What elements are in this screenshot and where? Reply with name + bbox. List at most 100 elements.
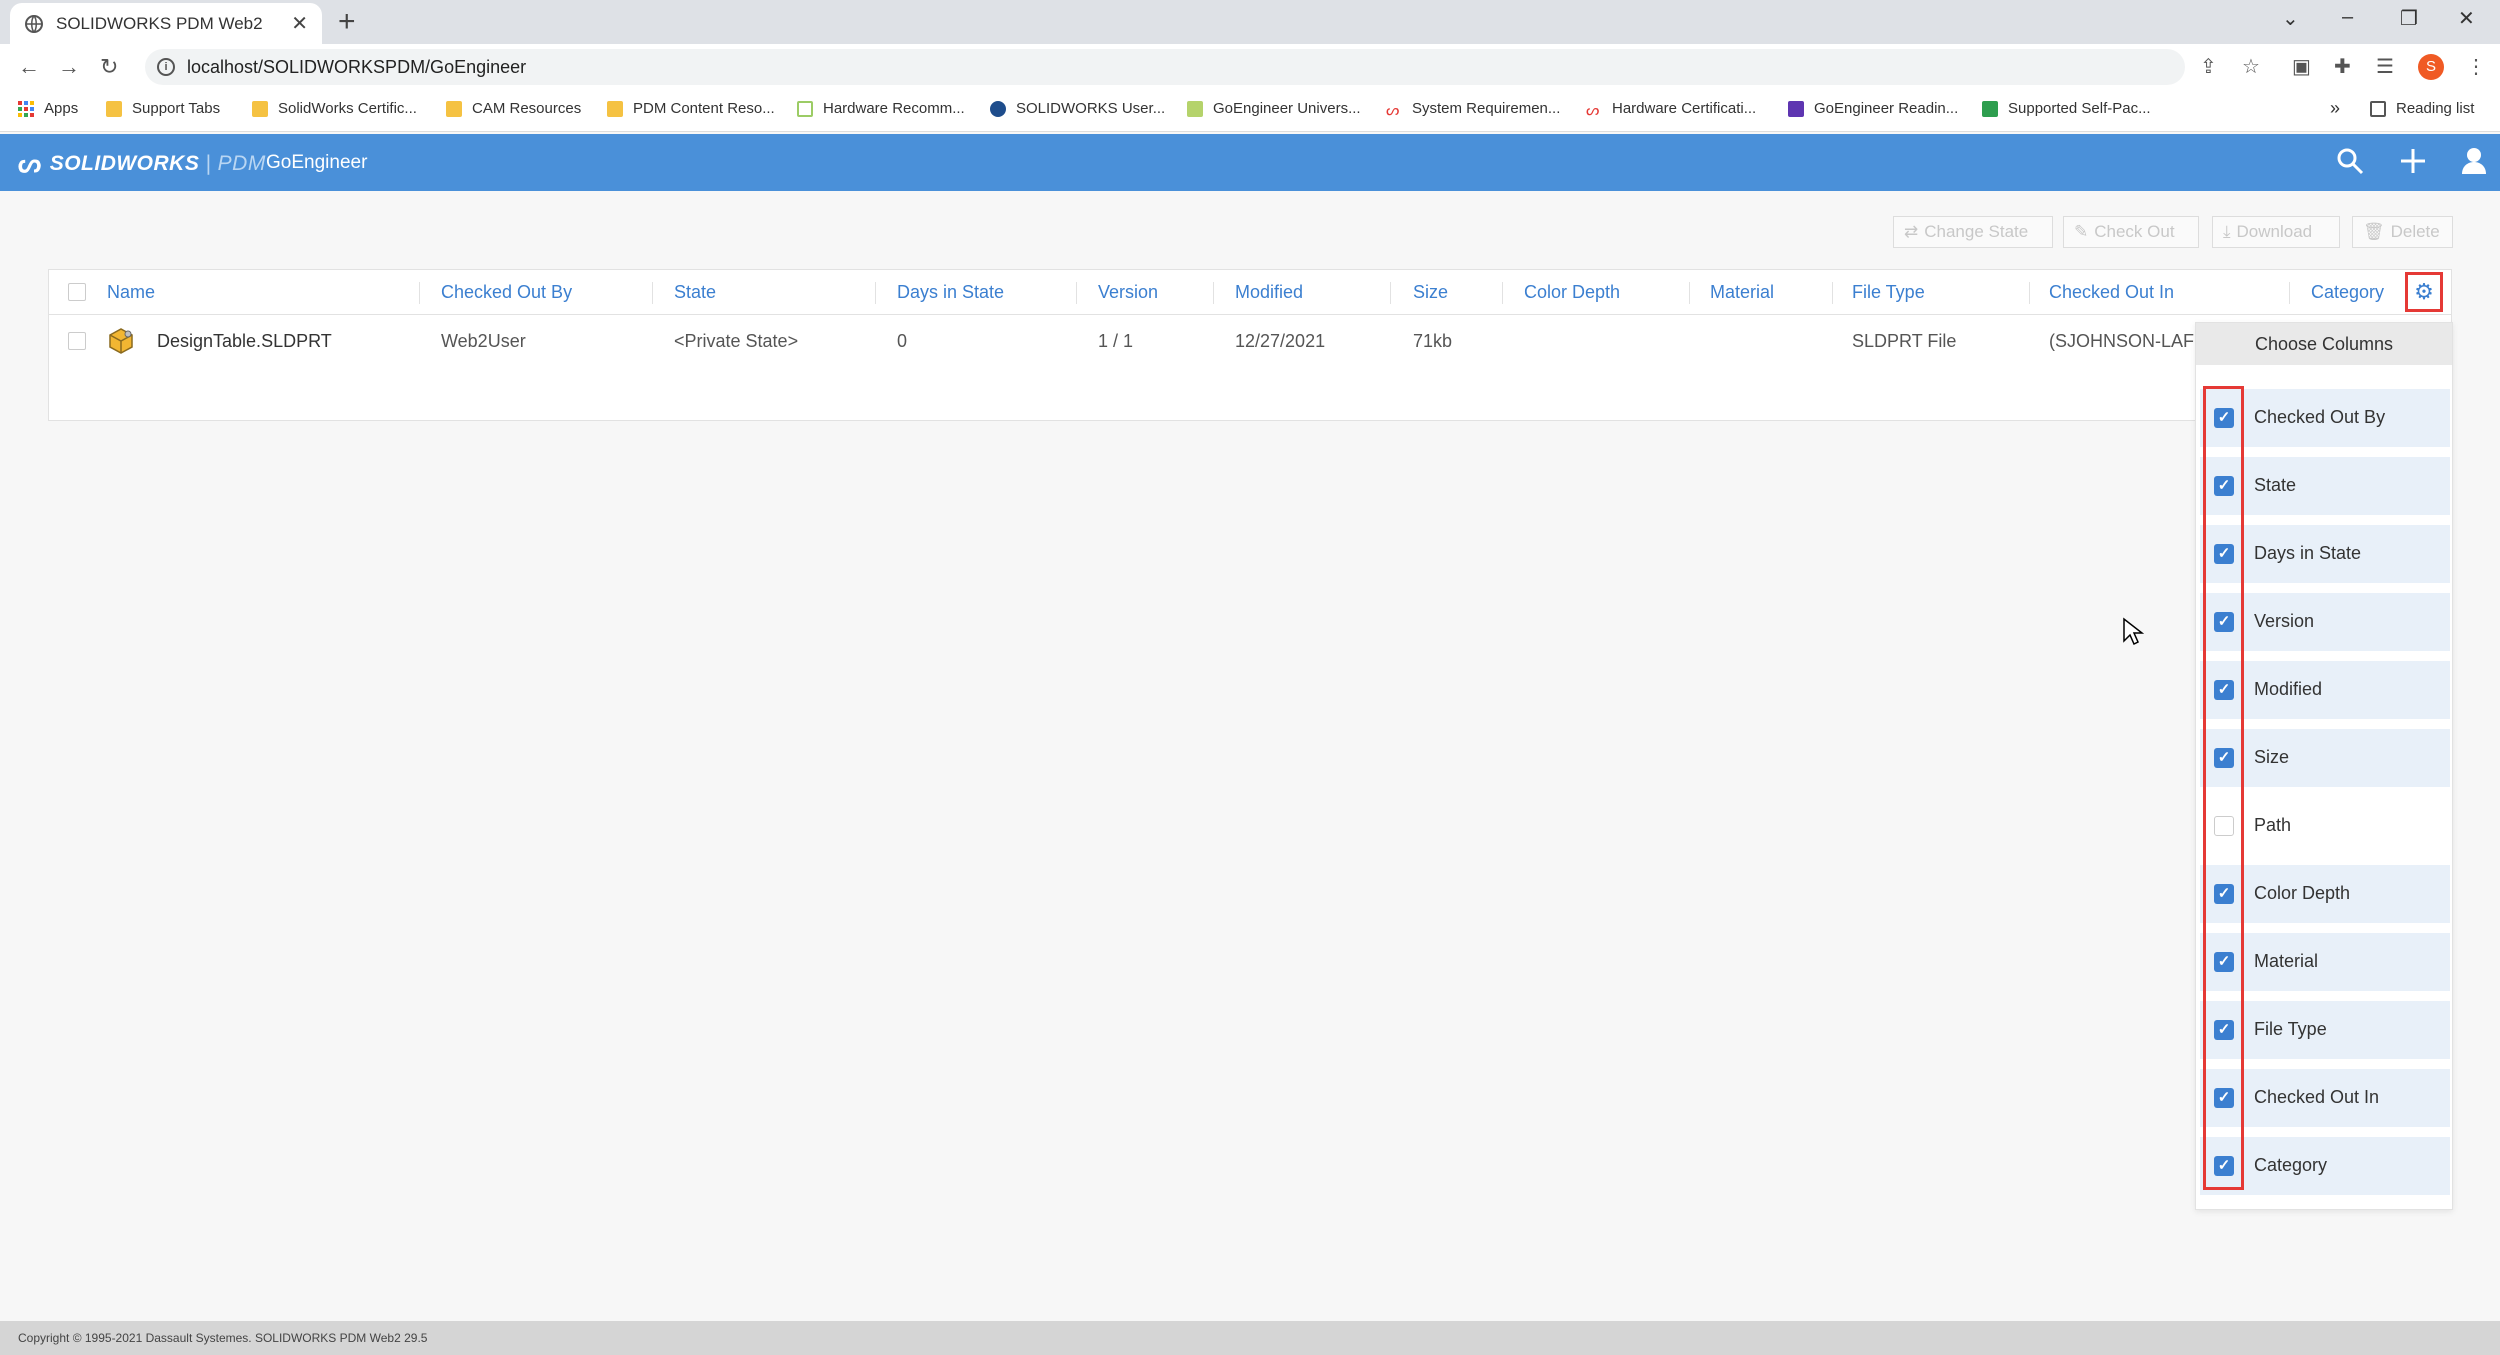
forward-icon[interactable]: → — [58, 54, 80, 80]
bookmark-item[interactable]: SOLIDWORKS User... — [990, 100, 1165, 117]
bookmark-item[interactable]: GoEngineer Univers... — [1187, 100, 1361, 117]
browser-tab[interactable]: SOLIDWORKS PDM Web2 ✕ — [10, 3, 322, 44]
check-out-button[interactable]: ✎ Check Out — [2063, 216, 2199, 248]
bookmark-label: Hardware Certificati... — [1612, 100, 1757, 117]
site-info-icon[interactable]: i — [157, 58, 175, 76]
user-icon[interactable] — [2460, 146, 2488, 176]
globe-icon — [25, 14, 43, 33]
column-option-label: Category — [2254, 1155, 2328, 1175]
download-button[interactable]: ⤓ Download — [2212, 216, 2340, 248]
close-window-button[interactable]: ✕ — [2458, 6, 2475, 31]
browser-tab-bar: SOLIDWORKS PDM Web2 ✕ + ⌄ – ❐ ✕ — [0, 0, 2500, 44]
column-header-name[interactable]: Name — [107, 282, 155, 303]
back-icon[interactable]: ← — [18, 54, 40, 80]
row-state: <Private State> — [674, 331, 799, 351]
row-size: 71kb — [1413, 331, 1453, 351]
bookmark-item[interactable]: Supported Self-Pac... — [1982, 100, 2151, 117]
menu-icon[interactable]: ⋮ — [2466, 54, 2486, 79]
column-header-state[interactable]: State — [674, 282, 716, 303]
close-tab-icon[interactable]: ✕ — [291, 11, 308, 36]
select-all-checkbox[interactable] — [68, 283, 86, 301]
bookmark-item[interactable]: CAM Resources — [446, 100, 581, 117]
bookmark-label: SolidWorks Certific... — [278, 100, 417, 117]
column-option-label: Material — [2254, 951, 2319, 971]
column-separator[interactable] — [1213, 282, 1214, 304]
change-state-button[interactable]: ⇄ Change State — [1893, 216, 2053, 248]
column-separator[interactable] — [1689, 282, 1690, 304]
bookmark-item[interactable]: PDM Content Reso... — [607, 100, 775, 117]
browser-toolbar: ← → ↻ i localhost/SOLIDWORKSPDM/GoEngine… — [0, 44, 2500, 90]
puzzle-icon[interactable]: ✚ — [2334, 54, 2351, 79]
shield-icon — [797, 100, 813, 117]
ds-logo-icon: ᔕ — [1386, 101, 1400, 119]
solidworks-logo: ᔕ SOLIDWORKS | PDM — [18, 148, 266, 179]
column-option-label: Checked Out By — [2254, 407, 2386, 427]
add-icon[interactable] — [2398, 146, 2428, 176]
bookmark-label: PDM Content Reso... — [633, 100, 775, 117]
column-header-modified[interactable]: Modified — [1235, 282, 1303, 303]
bookmark-item[interactable]: Support Tabs — [106, 100, 220, 117]
reload-icon[interactable]: ↻ — [100, 54, 118, 80]
column-option-label: Size — [2254, 747, 2290, 767]
column-header-checked-out-by[interactable]: Checked Out By — [441, 282, 572, 303]
bookmark-apps[interactable]: Apps — [18, 100, 78, 117]
column-option-label: Color Depth — [2254, 883, 2351, 903]
delete-button[interactable]: 🗑 Delete — [2352, 216, 2453, 248]
column-option-label: State — [2254, 475, 2297, 495]
share-icon[interactable]: ⇪ — [2200, 54, 2217, 79]
reading-list-icon — [2370, 100, 2386, 117]
column-separator[interactable] — [2289, 282, 2290, 304]
bookmark-label: GoEngineer Readin... — [1814, 100, 1959, 117]
new-tab-button[interactable]: + — [338, 6, 356, 38]
column-header-version[interactable]: Version — [1098, 282, 1158, 303]
row-checkbox[interactable] — [68, 332, 86, 350]
bookmark-item[interactable]: GoEngineer Readin... — [1788, 100, 1958, 117]
column-chooser-button[interactable]: ⚙ — [2405, 272, 2443, 312]
bookmark-item[interactable]: ᔕ System Requiremen... — [1386, 100, 1560, 119]
column-header-days-in-state[interactable]: Days in State — [897, 282, 1004, 303]
column-header-color-depth[interactable]: Color Depth — [1524, 282, 1620, 303]
part-file-icon — [109, 328, 133, 354]
tab-search-icon[interactable]: ⌄ — [2282, 6, 2299, 31]
column-separator[interactable] — [1502, 282, 1503, 304]
change-state-icon: ⇄ — [1904, 222, 1919, 241]
bookmarks-bar: Apps Support Tabs SolidWorks Certific...… — [0, 90, 2500, 132]
vault-name[interactable]: GoEngineer — [266, 152, 367, 174]
check-out-icon: ✎ — [2074, 222, 2089, 241]
bookmark-star-icon[interactable]: ☆ — [2242, 54, 2260, 79]
minimize-button[interactable]: – — [2342, 6, 2353, 29]
address-bar[interactable]: i localhost/SOLIDWORKSPDM/GoEngineer — [145, 49, 2185, 85]
column-separator[interactable] — [652, 282, 653, 304]
column-separator[interactable] — [875, 282, 876, 304]
reading-list[interactable]: Reading list — [2370, 100, 2474, 117]
column-header-checked-out-in[interactable]: Checked Out In — [2049, 282, 2174, 303]
column-header-size[interactable]: Size — [1413, 282, 1448, 303]
bookmark-item[interactable]: ᔕ Hardware Certificati... — [1586, 100, 1757, 119]
footer: Copyright © 1995-2021 Dassault Systemes.… — [0, 1321, 2500, 1355]
bookmark-label: Support Tabs — [132, 100, 221, 117]
bookmark-item[interactable]: Hardware Recomm... — [797, 100, 965, 117]
column-separator[interactable] — [1390, 282, 1391, 304]
bookmarks-overflow[interactable]: » — [2330, 98, 2340, 119]
check-out-label: Check Out — [2094, 222, 2175, 241]
grid-header: Name Checked Out By State Days in State … — [49, 270, 2451, 315]
column-separator[interactable] — [419, 282, 420, 304]
bookmark-label: CAM Resources — [472, 100, 582, 117]
row-name[interactable]: DesignTable.SLDPRT — [157, 331, 332, 352]
column-header-file-type[interactable]: File Type — [1852, 282, 1925, 303]
extension-icon[interactable]: ▣ — [2292, 54, 2311, 79]
media-icon[interactable]: ☰ — [2376, 54, 2394, 79]
bookmark-label: Apps — [44, 100, 79, 117]
bookmark-item[interactable]: SolidWorks Certific... — [252, 100, 417, 117]
column-separator[interactable] — [1076, 282, 1077, 304]
column-separator[interactable] — [1832, 282, 1833, 304]
search-icon[interactable] — [2335, 146, 2365, 176]
globe-icon — [990, 100, 1006, 117]
column-separator[interactable] — [2029, 282, 2030, 304]
column-header-category[interactable]: Category — [2311, 282, 2384, 303]
restore-button[interactable]: ❐ — [2400, 6, 2418, 31]
profile-avatar[interactable]: S — [2418, 54, 2444, 80]
tab-title: SOLIDWORKS PDM Web2 — [56, 13, 263, 33]
ds-logo-icon: ᔕ — [1586, 101, 1600, 119]
column-header-material[interactable]: Material — [1710, 282, 1774, 303]
